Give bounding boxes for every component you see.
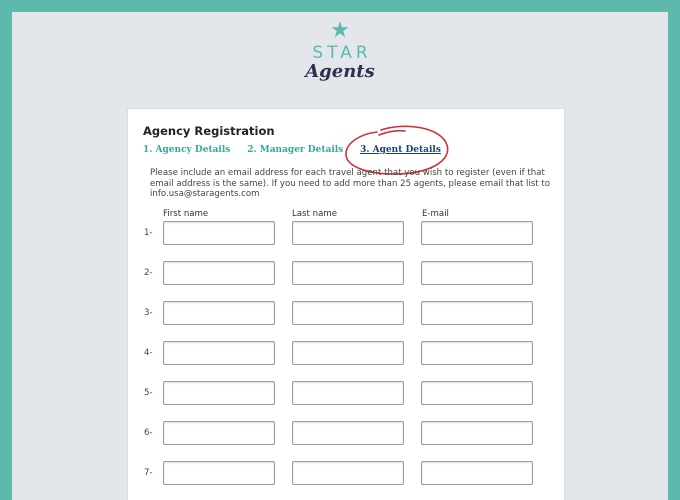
last-name-input[interactable] xyxy=(292,261,404,285)
row-number: 7- xyxy=(144,468,153,478)
first-name-input[interactable] xyxy=(163,221,275,245)
column-header-first-name: First name xyxy=(163,209,209,219)
email-input[interactable] xyxy=(421,341,533,365)
last-name-input[interactable] xyxy=(292,221,404,245)
step-agency-details[interactable]: 1. Agency Details xyxy=(143,145,230,155)
first-name-input[interactable] xyxy=(163,261,275,285)
page-background: ★ STAR Agents Agency Registration 1. Age… xyxy=(12,12,668,500)
last-name-input[interactable] xyxy=(292,461,404,485)
row-number: 3- xyxy=(144,308,153,318)
star-icon: ★ xyxy=(330,18,350,43)
last-name-input[interactable] xyxy=(292,381,404,405)
row-number: 6- xyxy=(144,428,153,438)
star-agents-logo: ★ STAR Agents xyxy=(12,20,668,82)
step-manager-details[interactable]: 2. Manager Details xyxy=(247,145,343,155)
first-name-input[interactable] xyxy=(163,301,275,325)
last-name-input[interactable] xyxy=(292,421,404,445)
email-input[interactable] xyxy=(421,461,533,485)
email-input[interactable] xyxy=(421,221,533,245)
email-input[interactable] xyxy=(421,301,533,325)
first-name-input[interactable] xyxy=(163,461,275,485)
logo-word-star: STAR xyxy=(312,43,372,63)
email-input[interactable] xyxy=(421,381,533,405)
first-name-input[interactable] xyxy=(163,381,275,405)
row-number: 4- xyxy=(144,348,153,358)
step-navigation: 1. Agency Details 2. Manager Details 3. … xyxy=(143,145,455,155)
form-title: Agency Registration xyxy=(143,124,275,138)
column-header-last-name: Last name xyxy=(292,209,338,219)
email-input[interactable] xyxy=(421,421,533,445)
instructions-text: Please include an email address for each… xyxy=(150,168,551,199)
logo-word-agents: Agents xyxy=(305,61,375,82)
step-agent-details[interactable]: 3. Agent Details xyxy=(360,145,441,155)
email-input[interactable] xyxy=(421,261,533,285)
first-name-input[interactable] xyxy=(163,341,275,365)
registration-card: Agency Registration 1. Agency Details 2.… xyxy=(127,108,565,500)
row-number: 2- xyxy=(144,268,153,278)
row-number: 5- xyxy=(144,388,153,398)
row-number: 1- xyxy=(144,228,153,238)
column-header-email: E-mail xyxy=(422,209,449,219)
first-name-input[interactable] xyxy=(163,421,275,445)
last-name-input[interactable] xyxy=(292,301,404,325)
last-name-input[interactable] xyxy=(292,341,404,365)
